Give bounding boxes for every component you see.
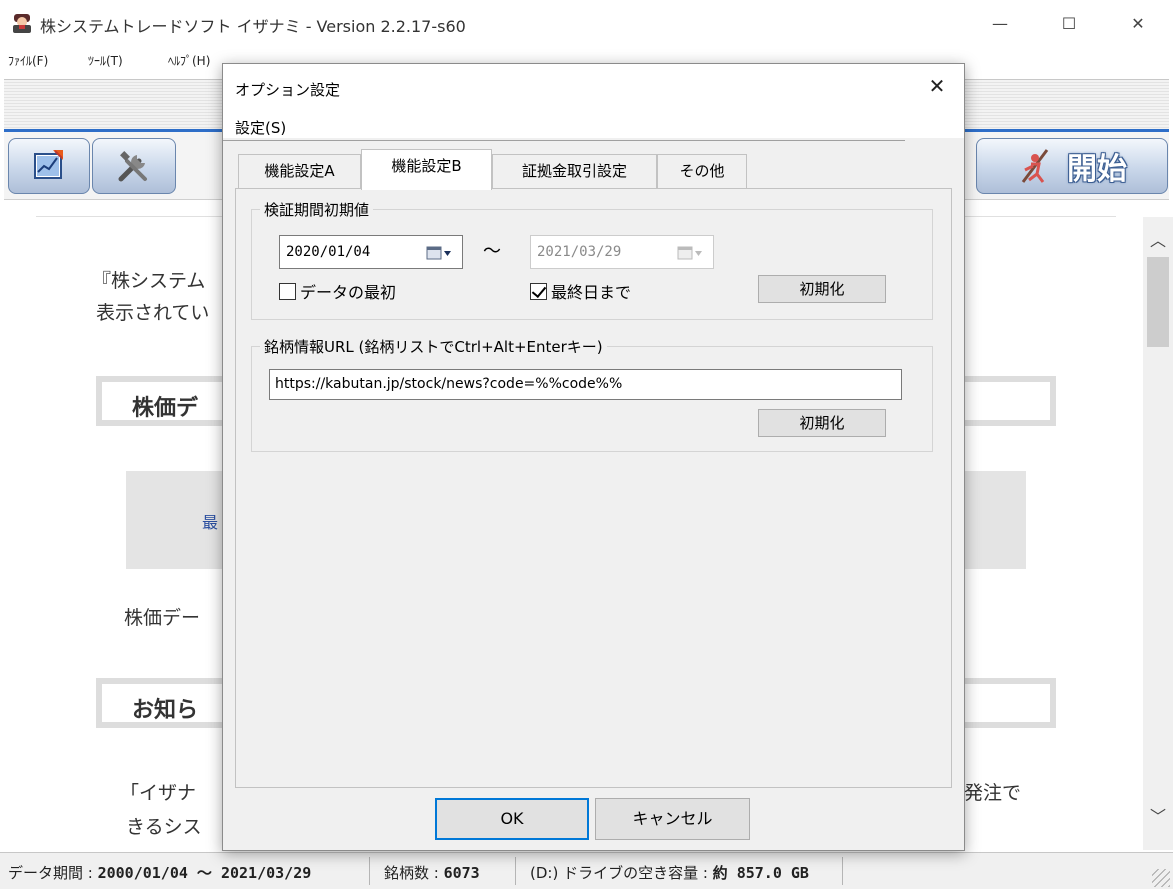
chart-button[interactable]: [8, 138, 90, 194]
menu-tools[interactable]: ﾂｰﾙ(T): [88, 52, 123, 69]
status-separator: [515, 857, 516, 885]
minimize-button[interactable]: —: [977, 0, 1023, 46]
app-logo-icon: [11, 12, 33, 34]
menu-help[interactable]: ﾍﾙﾌﾟ(H): [168, 52, 210, 69]
status-count-value: 6073: [443, 864, 480, 882]
news-text-line2: きるシス: [126, 816, 202, 838]
content-intro-line2: 表示されてい: [96, 302, 210, 324]
resize-grip-icon[interactable]: [1152, 869, 1170, 887]
status-bar: データ期間 : 2000/01/04 ～ 2021/03/29 銘柄数 : 60…: [0, 852, 1173, 889]
stock-data-heading-text: 株価デ: [132, 396, 199, 421]
dialog-close-button[interactable]: ✕: [917, 70, 957, 102]
notice-link[interactable]: 最: [202, 509, 218, 533]
status-period-value: 2000/01/04 ～ 2021/03/29: [97, 864, 312, 882]
start-date-value: 2020/01/04: [286, 244, 371, 260]
end-date-picker: 2021/03/29: [530, 235, 714, 269]
tools-icon: [118, 151, 147, 182]
news-text-line1: 「イザナ: [120, 782, 197, 804]
window-title: 株システムトレードソフト イザナミ - Version 2.2.17-s60: [40, 17, 466, 36]
chart-icon: [34, 150, 63, 179]
dialog-title-bar: オプション設定 ✕: [223, 64, 964, 108]
period-groupbox: 検証期間初期値 2020/01/04 ～ 2021/03/29 データの最初 最…: [251, 199, 933, 320]
scroll-down-icon[interactable]: ﹀: [1143, 803, 1173, 826]
stock-data-text: 株価デー: [124, 607, 201, 629]
status-period-label: データ期間 :: [8, 864, 98, 882]
range-tilde: ～: [483, 241, 501, 262]
stock-info-url-input[interactable]: https://kabutan.jp/stock/news?code=%%cod…: [269, 369, 902, 400]
status-separator: [369, 857, 370, 885]
maximize-button[interactable]: ☐: [1046, 0, 1092, 46]
menu-file[interactable]: ﾌｧｲﾙ(F): [8, 52, 48, 69]
data-first-checkbox[interactable]: データの最初: [279, 279, 396, 303]
runner-icon: [1021, 149, 1049, 183]
period-group-title: 検証期間初期値: [260, 199, 374, 220]
tab-panel: 検証期間初期値 2020/01/04 ～ 2021/03/29 データの最初 最…: [235, 188, 952, 788]
news-text-line1-right: 発注で: [964, 782, 1022, 804]
start-date-picker[interactable]: 2020/01/04: [279, 235, 463, 269]
dialog-title: オプション設定: [235, 81, 341, 99]
start-label: 開始: [1067, 152, 1127, 187]
url-reset-button[interactable]: 初期化: [758, 409, 886, 437]
status-period: データ期間 : 2000/01/04 ～ 2021/03/29: [8, 862, 311, 883]
close-button[interactable]: ✕: [1115, 0, 1161, 46]
status-drive-value: 約 857.0 GB: [712, 864, 809, 882]
status-count-label: 銘柄数 :: [384, 864, 444, 882]
scroll-up-icon[interactable]: ︿: [1143, 227, 1173, 250]
dialog-menu-bar: 設定(S): [223, 108, 964, 138]
status-separator: [842, 857, 843, 885]
vertical-scrollbar[interactable]: ︿ ﹀: [1143, 217, 1173, 850]
scroll-thumb[interactable]: [1147, 257, 1169, 347]
until-last-day-checkbox-label: 最終日まで: [551, 283, 632, 302]
status-drive: (D:) ドライブの空き容量 : 約 857.0 GB: [530, 862, 809, 883]
calendar-dropdown-icon: [677, 246, 702, 260]
dialog-menu-settings[interactable]: 設定(S): [235, 117, 286, 138]
tab-margin-trading[interactable]: 証拠金取引設定: [492, 154, 657, 188]
news-heading-text: お知ら: [132, 698, 199, 723]
calendar-dropdown-icon[interactable]: [426, 246, 452, 260]
data-first-checkbox-label: データの最初: [300, 283, 397, 302]
url-group-title: 銘柄情報URL (銘柄リストでCtrl+Alt+Enterキー): [260, 336, 607, 357]
status-count: 銘柄数 : 6073: [384, 862, 480, 883]
dialog-menu-divider: [223, 140, 905, 141]
data-first-checkbox-box[interactable]: [279, 282, 296, 300]
tab-function-a[interactable]: 機能設定A: [238, 154, 361, 188]
tab-other[interactable]: その他: [657, 154, 747, 188]
options-dialog: オプション設定 ✕ 設定(S) 機能設定A 機能設定B 証拠金取引設定 その他 …: [222, 63, 965, 851]
cancel-button[interactable]: キャンセル: [595, 798, 750, 840]
until-last-day-checkbox[interactable]: 最終日まで: [530, 279, 631, 303]
content-intro-line1: 『株システム: [92, 270, 206, 292]
status-drive-label: (D:) ドライブの空き容量 :: [530, 864, 713, 882]
start-button[interactable]: 開始: [976, 138, 1168, 194]
period-reset-button[interactable]: 初期化: [758, 275, 886, 303]
url-groupbox: 銘柄情報URL (銘柄リストでCtrl+Alt+Enterキー) https:/…: [251, 336, 933, 452]
ok-button[interactable]: OK: [435, 798, 589, 840]
tab-function-b[interactable]: 機能設定B: [361, 149, 492, 190]
end-date-value: 2021/03/29: [537, 244, 622, 260]
tools-button[interactable]: [92, 138, 176, 194]
until-last-day-checkbox-box[interactable]: [530, 282, 547, 300]
title-bar: 株システムトレードソフト イザナミ - Version 2.2.17-s60 —…: [0, 0, 1173, 46]
